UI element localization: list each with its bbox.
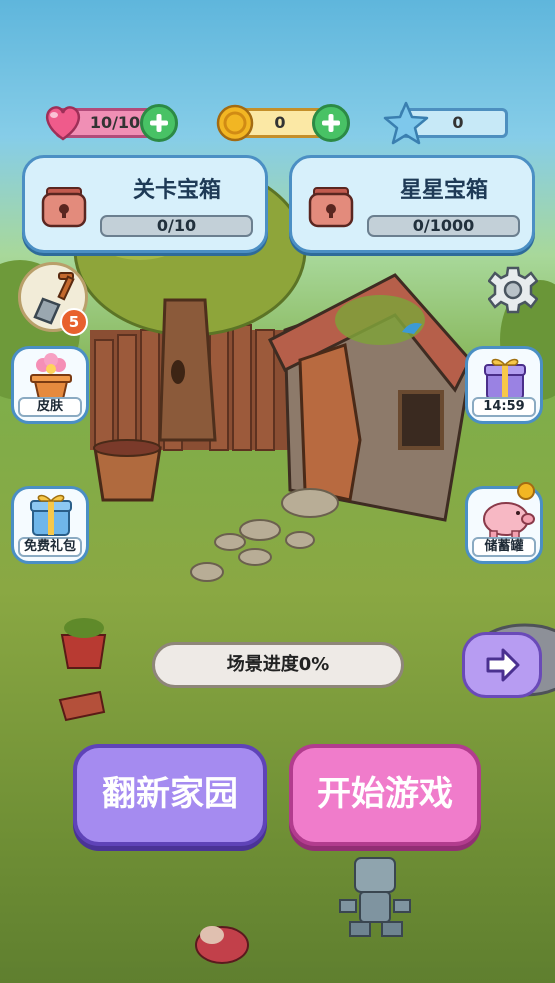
shovel-count: 5	[68, 313, 80, 331]
coins-count: 0	[274, 113, 286, 132]
coin-icon	[517, 482, 535, 500]
stars-count: 0	[452, 113, 464, 132]
broken-pot	[58, 690, 106, 722]
start-game-button[interactable]: 开始游戏	[289, 744, 481, 846]
coin-icon	[216, 104, 254, 142]
add-lives-button[interactable]	[140, 104, 178, 142]
robot-toy	[339, 857, 411, 937]
skin-label: 皮肤	[18, 397, 82, 417]
stepping-stones	[190, 488, 339, 582]
level-chest-progress: 0/10	[100, 215, 253, 237]
chest-icon	[308, 187, 354, 228]
star-chest-card[interactable]: 星星宝箱 0/1000	[289, 155, 535, 253]
gift-box-icon	[484, 358, 526, 400]
game-main-screen: 10/10 0 0 关卡宝箱 0/10 星星宝箱 0/1000 5 皮肤 免费礼…	[0, 0, 555, 983]
flower-pot	[60, 618, 107, 669]
heart-icon	[45, 106, 81, 141]
renovate-home-button[interactable]: 翻新家园	[73, 744, 267, 846]
free-gift-button[interactable]: 免费礼包	[11, 486, 89, 564]
scene-progress-bar: 场景进度0%	[152, 642, 404, 688]
star-icon	[383, 101, 429, 145]
skin-button[interactable]: 皮肤	[11, 346, 89, 424]
flower-pot-icon	[30, 353, 72, 400]
arrow-right-icon	[486, 648, 520, 682]
add-coins-button[interactable]	[312, 104, 350, 142]
timer-label: 14:59	[472, 397, 536, 417]
shed	[267, 273, 472, 522]
star-chest-progress: 0/1000	[367, 215, 520, 237]
renovate-home-label: 翻新家园	[102, 774, 238, 814]
start-game-label: 开始游戏	[317, 774, 453, 814]
piggy-bank-label: 储蓄罐	[472, 537, 536, 557]
tin-can	[195, 926, 249, 964]
wooden-bucket	[93, 439, 162, 502]
piggy-bank-button[interactable]: 储蓄罐	[465, 482, 543, 564]
level-chest-card[interactable]: 关卡宝箱 0/10	[22, 155, 268, 253]
next-scene-button[interactable]	[462, 632, 542, 698]
shovel-count-badge: 5	[60, 308, 88, 336]
timed-gift-button[interactable]: 14:59	[465, 346, 543, 424]
scene-progress-text: 场景进度0%	[226, 654, 330, 675]
chest-icon	[41, 187, 87, 228]
gear-icon[interactable]	[488, 264, 538, 316]
star-chest-title: 星星宝箱	[399, 178, 488, 203]
level-chest-title: 关卡宝箱	[132, 178, 221, 203]
free-gift-label: 免费礼包	[18, 537, 82, 557]
gift-icon	[30, 494, 72, 536]
